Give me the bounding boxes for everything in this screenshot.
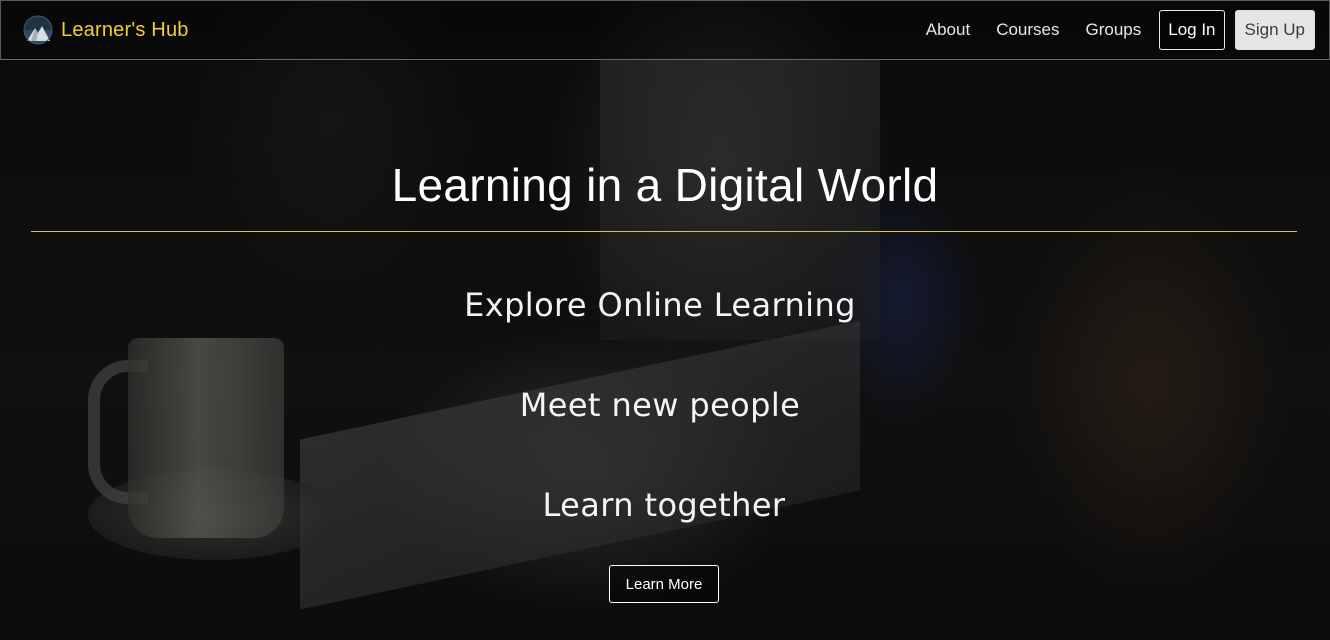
top-navbar: Learner's Hub About Courses Groups Log I… — [0, 0, 1330, 60]
brand-link[interactable]: Learner's Hub — [23, 15, 189, 45]
signup-button[interactable]: Sign Up — [1234, 10, 1315, 50]
nav-link-about[interactable]: About — [926, 10, 970, 50]
nav-link-courses[interactable]: Courses — [996, 10, 1059, 50]
hero-tagline-learn: Learn together — [542, 486, 786, 524]
hero-title: Learning in a Digital World — [391, 159, 939, 211]
nav-link-groups[interactable]: Groups — [1086, 10, 1142, 50]
hero-tagline-meet: Meet new people — [519, 386, 801, 424]
learn-more-button[interactable]: Learn More — [609, 565, 719, 603]
login-button[interactable]: Log In — [1159, 10, 1225, 50]
landing-page: Learner's Hub About Courses Groups Log I… — [0, 0, 1330, 640]
nav-links: About Courses Groups Log In Sign Up — [926, 10, 1315, 50]
mountain-logo-icon — [23, 15, 53, 45]
hero-divider — [31, 231, 1297, 232]
brand-name: Learner's Hub — [61, 18, 189, 41]
hero-tagline-explore: Explore Online Learning — [464, 286, 856, 324]
